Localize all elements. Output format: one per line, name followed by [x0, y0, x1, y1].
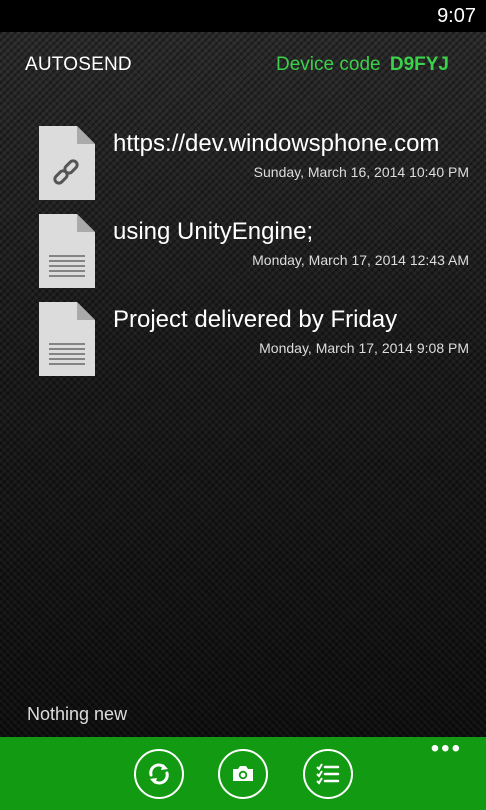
camera-button[interactable] [218, 749, 268, 799]
item-date: Sunday, March 16, 2014 10:40 PM [253, 164, 469, 180]
list-item[interactable]: using UnityEngine; Monday, March 17, 201… [37, 212, 477, 292]
text-document-icon [39, 302, 95, 376]
status-bar: 9:07 [0, 0, 486, 32]
app-content: AUTOSEND Device code D9FYJ https://dev.w… [0, 32, 486, 737]
list-icon [316, 763, 340, 785]
camera-icon [233, 766, 253, 781]
item-date: Monday, March 17, 2014 9:08 PM [259, 340, 469, 356]
list-button[interactable] [303, 749, 353, 799]
device-code-label: Device code [276, 54, 381, 75]
device-code: Device code D9FYJ [276, 54, 449, 76]
link-document-icon [39, 126, 95, 200]
item-title: https://dev.windowsphone.com [113, 130, 440, 157]
text-document-icon [39, 214, 95, 288]
item-date: Monday, March 17, 2014 12:43 AM [252, 252, 469, 268]
item-title: using UnityEngine; [113, 218, 314, 245]
app-bar: ••• [0, 737, 486, 810]
more-options-icon[interactable]: ••• [431, 737, 462, 761]
item-title: Project delivered by Friday [113, 306, 398, 333]
list-item[interactable]: Project delivered by Friday Monday, Marc… [37, 300, 477, 380]
clock: 9:07 [437, 5, 476, 27]
device-code-value: D9FYJ [389, 54, 449, 75]
list-item[interactable]: https://dev.windowsphone.com Sunday, Mar… [37, 124, 477, 204]
refresh-button[interactable] [134, 749, 184, 799]
status-message: Nothing new [27, 704, 128, 724]
refresh-icon [149, 763, 169, 785]
app-title: AUTOSEND [25, 54, 132, 75]
